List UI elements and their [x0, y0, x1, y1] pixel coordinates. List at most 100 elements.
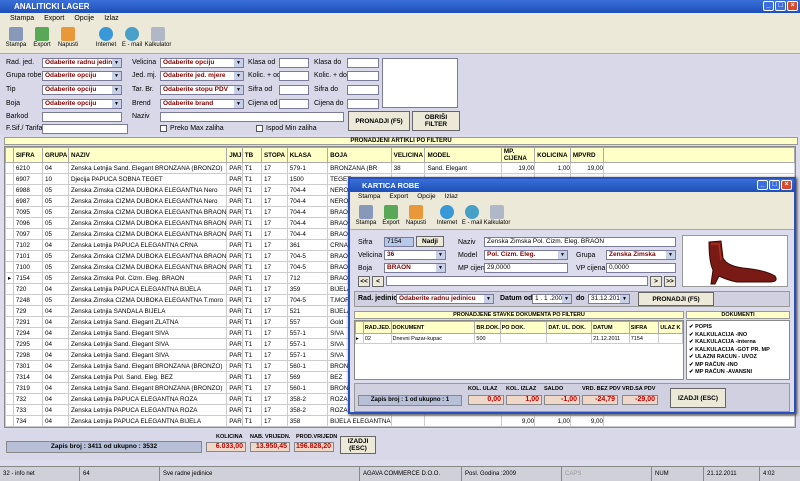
exit-button[interactable]: Napusti: [56, 24, 80, 53]
datum-do-input[interactable]: 31.12.2011: [588, 294, 630, 304]
kartica-minimize-button[interactable]: _: [757, 180, 768, 190]
kartica-vp-input[interactable]: 0,0000: [606, 263, 676, 273]
preko-max-checkbox[interactable]: [160, 125, 167, 132]
obrisi-filter-button[interactable]: OBRIŠI FILTER: [412, 111, 460, 131]
cijena-do-input[interactable]: [347, 99, 379, 109]
kartica-export-button[interactable]: Export: [379, 202, 403, 229]
kartica-mp-input[interactable]: 29,0000: [484, 263, 568, 273]
kartica-exit-button[interactable]: Napusti: [404, 202, 428, 229]
column-header[interactable]: TB: [241, 147, 262, 163]
kartica-radjed-select[interactable]: Odaberite radnu jedinicu: [396, 294, 494, 304]
brend-select[interactable]: Odaberite brand: [160, 99, 244, 109]
minimize-button[interactable]: _: [763, 1, 774, 11]
column-header[interactable]: SIFRA: [12, 147, 44, 163]
pronadji-button[interactable]: PRONADJI (F5): [348, 111, 410, 131]
kartica-menu-izlaz[interactable]: Izlaz: [445, 192, 458, 202]
dokument-item[interactable]: ✔ KALKULACIJA -INO: [689, 332, 787, 340]
column-header[interactable]: MODEL: [424, 147, 502, 163]
column-header[interactable]: JMJ: [226, 147, 243, 163]
dokument-item[interactable]: ✔ MP RAČUN -INO: [689, 362, 787, 370]
kartica-column-header[interactable]: BR.DOK.: [474, 321, 501, 334]
nav-scroll[interactable]: [386, 276, 648, 286]
kartica-menu-stampa[interactable]: Stampa: [358, 192, 380, 202]
column-header[interactable]: BOJA: [327, 147, 392, 163]
kartica-internet-button[interactable]: Internet: [435, 202, 459, 229]
cijena-od-input[interactable]: [279, 99, 309, 109]
kartica-column-header[interactable]: DATUM: [591, 321, 630, 334]
tip-select[interactable]: Odaberite opciju: [42, 85, 122, 95]
kartica-calculator-button[interactable]: Kalkulator: [484, 202, 510, 229]
kartica-menu-opcije[interactable]: Opcije: [417, 192, 435, 202]
kartica-email-button[interactable]: E - mail: [460, 202, 484, 229]
kartica-naziv-input[interactable]: Zenska Zimska Pol. Cizm. Eleg. BRAON: [484, 237, 676, 247]
menu-opcije[interactable]: Opcije: [74, 13, 94, 24]
kartica-boja-select[interactable]: BRAON: [384, 263, 446, 273]
sifra-od-input[interactable]: [279, 85, 309, 95]
kartica-close-button[interactable]: ×: [781, 180, 792, 190]
ispod-min-checkbox[interactable]: [256, 125, 263, 132]
boja-select[interactable]: Odaberite opciju: [42, 99, 122, 109]
kartica-grupa-select[interactable]: Zenska Zimska: [606, 250, 676, 260]
nav-prev-button[interactable]: <: [372, 276, 384, 287]
kartica-pronadji-button[interactable]: PRONADJI (F5): [638, 292, 714, 306]
fsif-input[interactable]: [42, 124, 128, 134]
kartica-menu-export[interactable]: Export: [389, 192, 408, 202]
email-button[interactable]: E - mail: [120, 24, 144, 53]
kartica-column-header[interactable]: DOKUMENT: [390, 321, 476, 334]
table-row[interactable]: 734 04 Zenska Letnjia PAPUCA ELEGANTNA BIJ…: [5, 415, 795, 427]
column-header[interactable]: VELICINA: [390, 147, 426, 163]
dokument-item[interactable]: ✔ KALKULACIJA -interna: [689, 339, 787, 347]
tarbr-select[interactable]: Odaberite stopu PDV: [160, 85, 244, 95]
column-header[interactable]: MP. CIJENA: [500, 147, 536, 163]
klasa-od-input[interactable]: [279, 58, 309, 68]
column-header[interactable]: KLASA: [286, 147, 329, 163]
maximize-button[interactable]: □: [775, 1, 786, 11]
print-button[interactable]: Stampa: [4, 24, 28, 53]
menu-export[interactable]: Export: [44, 13, 64, 24]
nav-last-button[interactable]: >>: [664, 276, 676, 287]
kolic-od-input[interactable]: [279, 71, 309, 81]
kartica-velicina-select[interactable]: 36: [384, 250, 446, 260]
grupa-select[interactable]: Odaberite opciju: [42, 71, 122, 81]
table-row[interactable]: 6210 04 Zenska Letnjia Sand. Elegant BRONZ…: [5, 162, 795, 174]
barkod-input[interactable]: [42, 112, 122, 122]
kartica-column-header[interactable]: PO DOK.: [499, 321, 548, 334]
close-button[interactable]: ×: [787, 1, 798, 11]
kartica-model-select[interactable]: Pol. Cizm. Eleg.: [484, 250, 568, 260]
dokument-item[interactable]: ✔ POPIS: [689, 324, 787, 332]
kartica-print-button[interactable]: Stampa: [354, 202, 378, 229]
export-button[interactable]: Export: [30, 24, 54, 53]
dokument-item[interactable]: ✔ ULAZNI RACUN - UVOZ: [689, 354, 787, 362]
nav-next-button[interactable]: >: [650, 276, 662, 287]
nadji-button[interactable]: Nadji: [416, 236, 444, 247]
column-header[interactable]: STOPA: [260, 147, 288, 163]
menu-stampa[interactable]: Stampa: [10, 13, 34, 24]
kolic-do-input[interactable]: [347, 71, 379, 81]
kartica-izadji-button[interactable]: IZADJI (ESC): [670, 388, 726, 408]
kartica-column-header[interactable]: SIFRA: [628, 321, 660, 334]
kartica-column-header[interactable]: RAD.JED.: [362, 321, 392, 334]
kartica-sifra-input[interactable]: 7154: [384, 237, 414, 247]
menu-izlaz[interactable]: Izlaz: [104, 13, 118, 24]
dokument-item[interactable]: ✔ MP RAČUN -AVANSNI: [689, 369, 787, 377]
nav-first-button[interactable]: <<: [358, 276, 370, 287]
dokument-item[interactable]: ✔ KALKULACIJA -GOT PR. MP: [689, 347, 787, 355]
kartica-column-header[interactable]: ULAZ K: [658, 321, 683, 334]
column-header[interactable]: NAZIV: [67, 147, 228, 163]
kartica-column-header[interactable]: DAT. UL. DOK.: [546, 321, 593, 334]
kartica-maximize-button[interactable]: □: [769, 180, 780, 190]
sifra-do-input[interactable]: [347, 85, 379, 95]
column-header[interactable]: GRUPA: [42, 147, 69, 163]
notes-box[interactable]: [382, 58, 458, 108]
datum-od-input[interactable]: 1 . 1 .2009: [532, 294, 572, 304]
column-header[interactable]: KOLICINA: [534, 147, 571, 163]
kartica-table-row[interactable]: ▸ 02 Dnevni Pazar-kupac 500 21.12.2011 7154: [355, 333, 683, 344]
calculator-button[interactable]: Kalkulator: [145, 24, 171, 53]
velicina-select[interactable]: Odaberite opciju: [160, 58, 244, 68]
klasa-do-input[interactable]: [347, 58, 379, 68]
column-header[interactable]: MPVRD: [569, 147, 605, 163]
internet-button[interactable]: Internet: [94, 24, 118, 53]
jedmj-select[interactable]: Odaberite jed. mjere: [160, 71, 244, 81]
izadji-button[interactable]: IZADJI (ESC): [340, 436, 376, 454]
naziv-input[interactable]: [160, 112, 344, 122]
